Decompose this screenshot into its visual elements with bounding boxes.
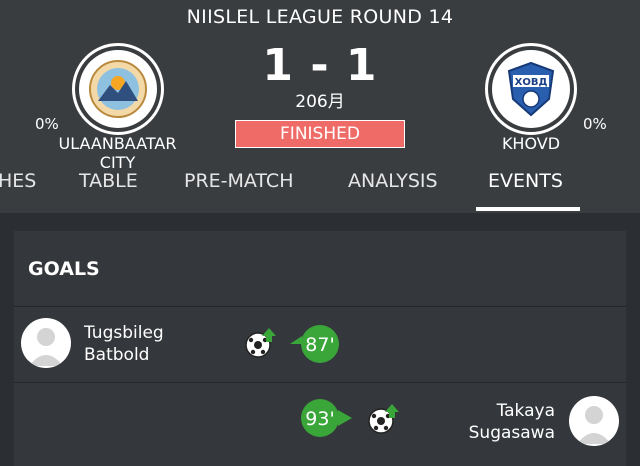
goal-minute-badge: 93' xyxy=(301,399,352,437)
goal-scorer-name-line2[interactable]: Sugasawa xyxy=(469,422,555,444)
round-title: NIISLEL LEAGUE ROUND 14 xyxy=(186,6,454,28)
active-tab-indicator xyxy=(476,207,580,211)
goal-minute-badge: 87' xyxy=(290,325,339,363)
tab-analysis[interactable]: ANALYSIS xyxy=(348,170,438,192)
khovd-crest-text: ХОВД xyxy=(515,77,548,88)
player-avatar[interactable] xyxy=(21,318,71,368)
tab-matches[interactable]: HES xyxy=(0,170,36,192)
section-title-goals: GOALS xyxy=(28,258,100,280)
goal-minute-text: 87' xyxy=(305,334,334,356)
ulaanbaatar-city-crest-icon xyxy=(89,60,147,118)
goal-minute-text: 93' xyxy=(305,408,334,430)
away-percent: 0% xyxy=(583,115,607,133)
home-percent: 0% xyxy=(35,115,59,133)
tab-pre-match[interactable]: PRE-MATCH xyxy=(184,170,293,192)
tab-table[interactable]: TABLE xyxy=(79,170,138,192)
away-team-logo[interactable]: ХОВД xyxy=(485,43,577,135)
player-silhouette-icon xyxy=(29,328,63,366)
home-team-logo[interactable] xyxy=(72,43,164,135)
divider xyxy=(14,382,626,383)
goal-ball-icon xyxy=(245,328,276,358)
goal-scorer-name-line1[interactable]: Takaya xyxy=(497,400,555,422)
divider xyxy=(14,306,626,307)
home-team-name[interactable]: ULAANBAATAR CITY xyxy=(40,134,195,172)
goal-ball-icon xyxy=(368,404,399,434)
khovd-crest-icon: ХОВД xyxy=(507,61,555,117)
goal-scorer-name-line2[interactable]: Batbold xyxy=(84,344,149,366)
player-avatar[interactable] xyxy=(569,396,619,446)
match-date: 206月 xyxy=(295,92,345,112)
tab-events[interactable]: EVENTS xyxy=(488,170,563,192)
status-badge: FINISHED xyxy=(235,120,405,148)
player-silhouette-icon xyxy=(577,406,611,444)
away-team-name[interactable]: KHOVD xyxy=(485,134,577,153)
match-score: 1 - 1 xyxy=(262,40,378,91)
goal-scorer-name-line1[interactable]: Tugsbileg xyxy=(84,322,164,344)
